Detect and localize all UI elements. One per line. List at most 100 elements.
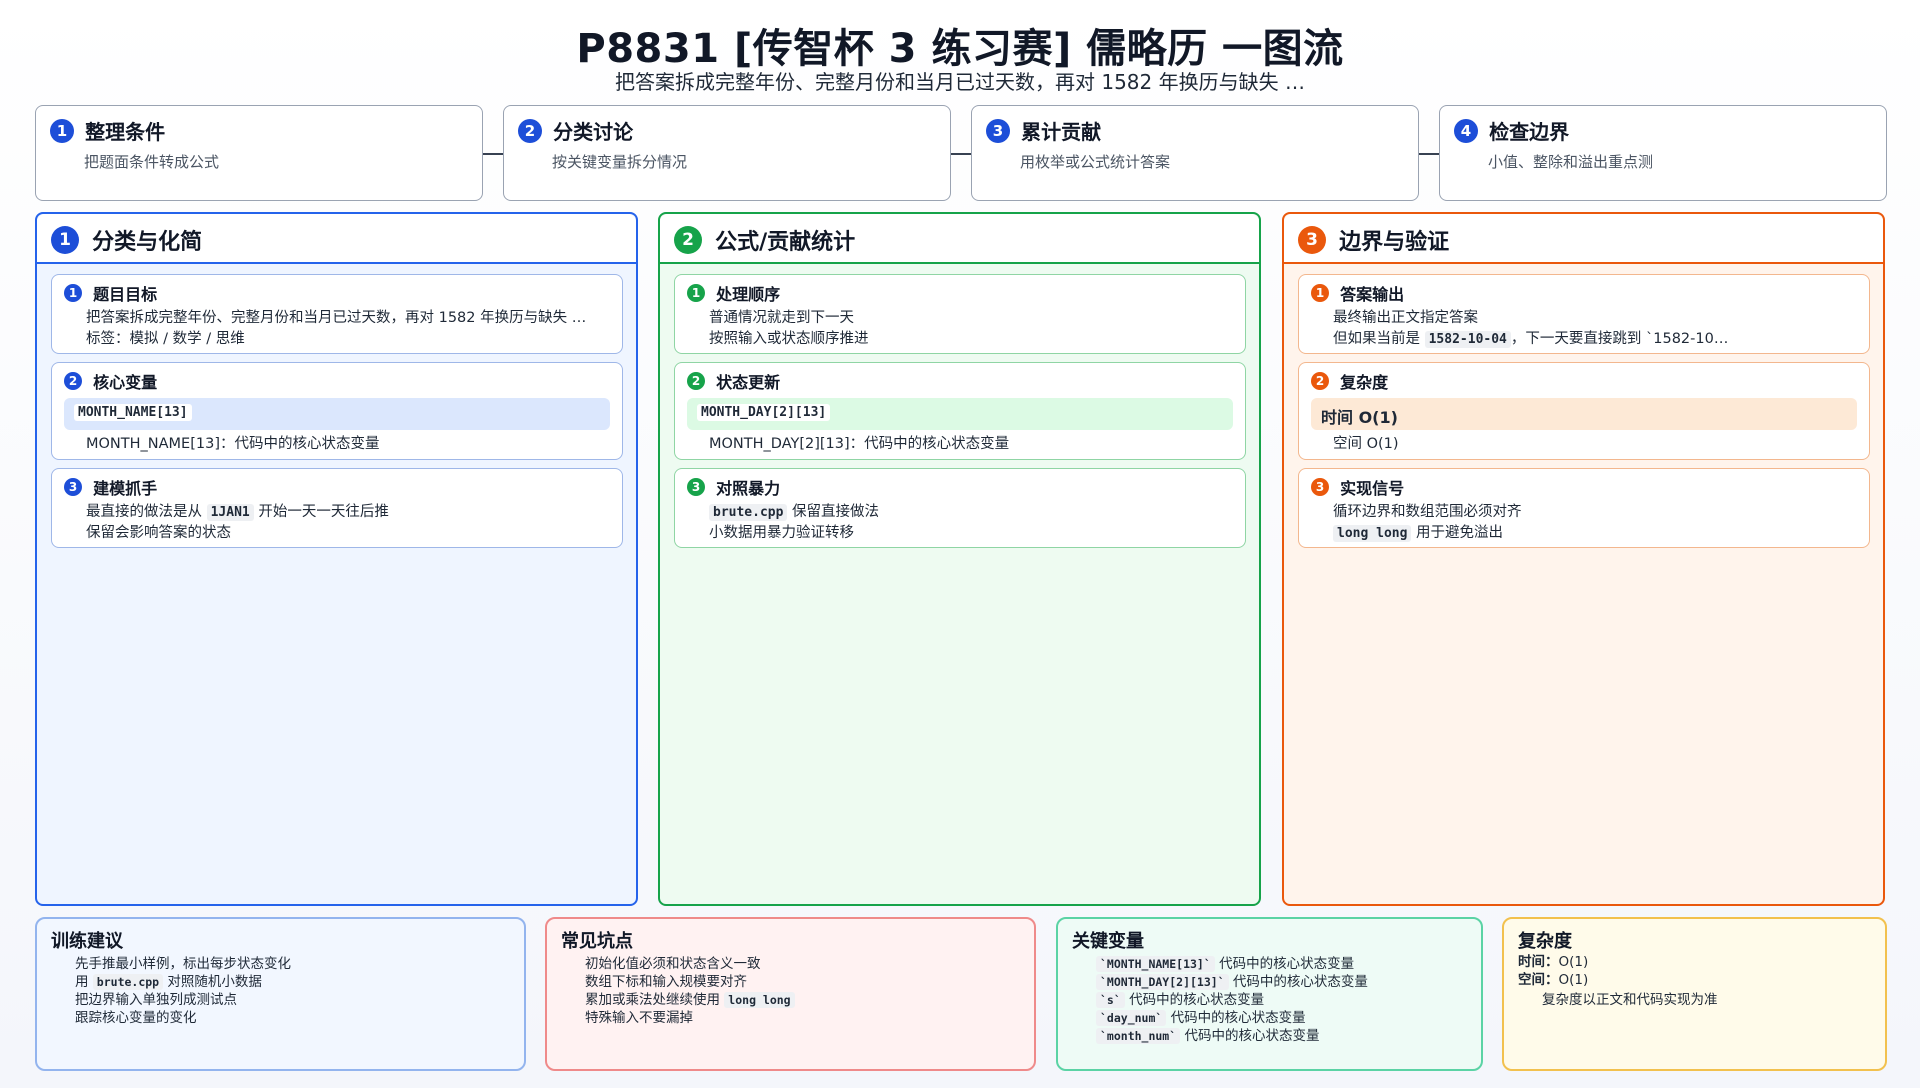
card-title: 答案输出 <box>1340 285 1405 304</box>
card-list: 普通情况就走到下一天 按照输入或状态顺序推进 <box>687 308 1233 350</box>
column-formula: 2 公式/贡献统计 1 处理顺序 普通情况就走到下一天 按照输入或状态顺序推进 … <box>658 212 1261 906</box>
text: 开始一天一天往后推 <box>253 504 389 520</box>
list-item: 最终输出正文指定答案 <box>1333 308 1857 329</box>
code-chip: 1582-10-04 <box>1424 331 1511 348</box>
panel-title: 复杂度 <box>1518 931 1572 952</box>
list-item: 数组下标和输入规模要对齐 <box>585 973 1020 991</box>
list-item: 复杂度以正文和代码实现为准 <box>1542 991 1871 1009</box>
panel-title: 训练建议 <box>51 931 123 952</box>
code-chip: long long <box>724 992 795 1008</box>
card-title: 对照暴力 <box>716 479 781 498</box>
step-number: 3 <box>986 118 1010 143</box>
panel-list: 复杂度以正文和代码实现为准 <box>1518 991 1871 1009</box>
list-item: 但如果当前是 1582-10-04，下一天要直接跳到 `1582-10… <box>1333 329 1857 350</box>
steps-row: 1 整理条件 把题面条件转成公式 2 分类讨论 按关键变量拆分情况 3 累计贡献… <box>35 105 1887 201</box>
card-list: 循环边界和数组范围必须对齐 long long 用于避免溢出 <box>1311 502 1857 544</box>
panel-key-vars: 关键变量 `MONTH_NAME[13]` 代码中的核心状态变量 `MONTH_… <box>1056 917 1483 1071</box>
card-complexity: 2 复杂度 时间 O(1) 空间 O(1) <box>1298 362 1870 460</box>
card-list: 空间 O(1) <box>1311 434 1857 455</box>
list-item: 先手推最小样例，标出每步状态变化 <box>75 955 510 973</box>
code-chip: `MONTH_DAY[2][13]` <box>1096 974 1229 990</box>
panel-training-tips: 训练建议 先手推最小样例，标出每步状态变化 用 brute.cpp 对照随机小数… <box>35 917 526 1071</box>
step-number: 2 <box>518 118 542 143</box>
column-classify: 1 分类与化简 1 题目目标 把答案拆成完整年份、完整月份和当月已过天数，再对 … <box>35 212 638 906</box>
list-item: 最直接的做法是从 1JAN1 开始一天一天往后推 <box>86 502 610 523</box>
text: 代码中的核心状态变量 <box>1180 1028 1320 1044</box>
text: 用 <box>75 974 93 990</box>
card-title: 复杂度 <box>1340 373 1389 392</box>
card-title: 状态更新 <box>716 373 781 392</box>
column-title: 边界与验证 <box>1339 230 1450 255</box>
code-chip: `month_num` <box>1096 1028 1181 1044</box>
list-item: MONTH_DAY[2][13]：代码中的核心状态变量 <box>709 434 1233 455</box>
code-chip: long long <box>1333 525 1412 542</box>
kv-label: 空间： <box>1518 972 1559 988</box>
step-number: 4 <box>1454 118 1478 143</box>
card-list: MONTH_NAME[13]：代码中的核心状态变量 <box>64 434 610 455</box>
list-item: 普通情况就走到下一天 <box>709 308 1233 329</box>
card-number: 1 <box>1311 284 1329 302</box>
list-item: MONTH_NAME[13]：代码中的核心状态变量 <box>86 434 610 455</box>
code-chip: `day_num` <box>1096 1010 1167 1026</box>
code-chip: MONTH_DAY[2][13] <box>697 404 831 421</box>
text: 保留直接做法 <box>787 504 880 520</box>
card-goal: 1 题目目标 把答案拆成完整年份、完整月份和当月已过天数，再对 1582 年换历… <box>51 274 623 354</box>
card-list: 把答案拆成完整年份、完整月份和当月已过天数，再对 1582 年换历与缺失 … 标… <box>64 308 610 350</box>
step-title: 整理条件 <box>85 120 166 144</box>
column-number: 2 <box>674 226 702 254</box>
list-item: long long 用于避免溢出 <box>1333 523 1857 544</box>
highlight-pill: MONTH_DAY[2][13] <box>687 398 1233 430</box>
step-1: 1 整理条件 把题面条件转成公式 <box>35 105 483 201</box>
list-item: `MONTH_DAY[2][13]` 代码中的核心状态变量 <box>1096 973 1467 991</box>
column-title: 分类与化简 <box>92 230 203 255</box>
step-4: 4 检查边界 小值、整除和溢出重点测 <box>1439 105 1887 201</box>
card-list: MONTH_DAY[2][13]：代码中的核心状态变量 <box>687 434 1233 455</box>
list-item: 空间 O(1) <box>1333 434 1857 455</box>
step-title: 检查边界 <box>1489 120 1570 144</box>
card-list: brute.cpp 保留直接做法 小数据用暴力验证转移 <box>687 502 1233 544</box>
card-core-vars: 2 核心变量 MONTH_NAME[13] MONTH_NAME[13]：代码中… <box>51 362 623 460</box>
card-number: 1 <box>687 284 705 302</box>
text: 代码中的核心状态变量 <box>1228 974 1368 990</box>
list-item: 初始化值必须和状态含义一致 <box>585 955 1020 973</box>
kv-value: O(1) <box>1558 972 1589 988</box>
code-chip: brute.cpp <box>709 504 788 521</box>
step-title: 累计贡献 <box>1021 120 1102 144</box>
list-item: brute.cpp 保留直接做法 <box>709 502 1233 523</box>
list-item: 循环边界和数组范围必须对齐 <box>1333 502 1857 523</box>
text: 代码中的核心状态变量 <box>1166 1010 1306 1026</box>
text: 用于避免溢出 <box>1411 525 1504 541</box>
kv-label: 时间： <box>1518 954 1559 970</box>
step-connector <box>1419 153 1439 155</box>
step-desc: 把题面条件转成公式 <box>84 153 220 171</box>
step-desc: 按关键变量拆分情况 <box>552 153 688 171</box>
step-3: 3 累计贡献 用枚举或公式统计答案 <box>971 105 1419 201</box>
list-item: 跟踪核心变量的变化 <box>75 1009 510 1027</box>
time-complexity: 时间：O(1) <box>1518 953 1871 971</box>
column-header: 3 边界与验证 <box>1284 214 1883 264</box>
card-brute: 3 对照暴力 brute.cpp 保留直接做法 小数据用暴力验证转移 <box>674 468 1246 548</box>
column-boundary: 3 边界与验证 1 答案输出 最终输出正文指定答案 但如果当前是 1582-10… <box>1282 212 1885 906</box>
text: 代码中的核心状态变量 <box>1214 956 1355 972</box>
panel-title: 常见坑点 <box>561 931 633 952</box>
card-number: 3 <box>687 478 705 496</box>
card-title: 建模抓手 <box>93 479 158 498</box>
step-desc: 用枚举或公式统计答案 <box>1020 153 1171 171</box>
code-chip: MONTH_NAME[13] <box>74 404 192 421</box>
list-item: 特殊输入不要漏掉 <box>585 1009 1020 1027</box>
list-item: `MONTH_NAME[13]` 代码中的核心状态变量 <box>1096 955 1467 973</box>
text: 代码中的核心状态变量 <box>1124 992 1265 1008</box>
step-title: 分类讨论 <box>553 120 634 144</box>
code-chip: `MONTH_NAME[13]` <box>1096 956 1215 972</box>
card-number: 2 <box>687 372 705 390</box>
card-list: 最终输出正文指定答案 但如果当前是 1582-10-04，下一天要直接跳到 `1… <box>1311 308 1857 350</box>
code-chip: brute.cpp <box>92 974 164 990</box>
highlight-pill: 时间 O(1) <box>1311 398 1857 430</box>
kv-value: O(1) <box>1558 954 1589 970</box>
text: 对照随机小数据 <box>163 974 262 990</box>
card-list: 最直接的做法是从 1JAN1 开始一天一天往后推 保留会影响答案的状态 <box>64 502 610 544</box>
step-connector <box>951 153 971 155</box>
list-item: 用 brute.cpp 对照随机小数据 <box>75 973 510 991</box>
list-item: `month_num` 代码中的核心状态变量 <box>1096 1027 1467 1045</box>
panel-list: `MONTH_NAME[13]` 代码中的核心状态变量 `MONTH_DAY[2… <box>1072 955 1467 1045</box>
